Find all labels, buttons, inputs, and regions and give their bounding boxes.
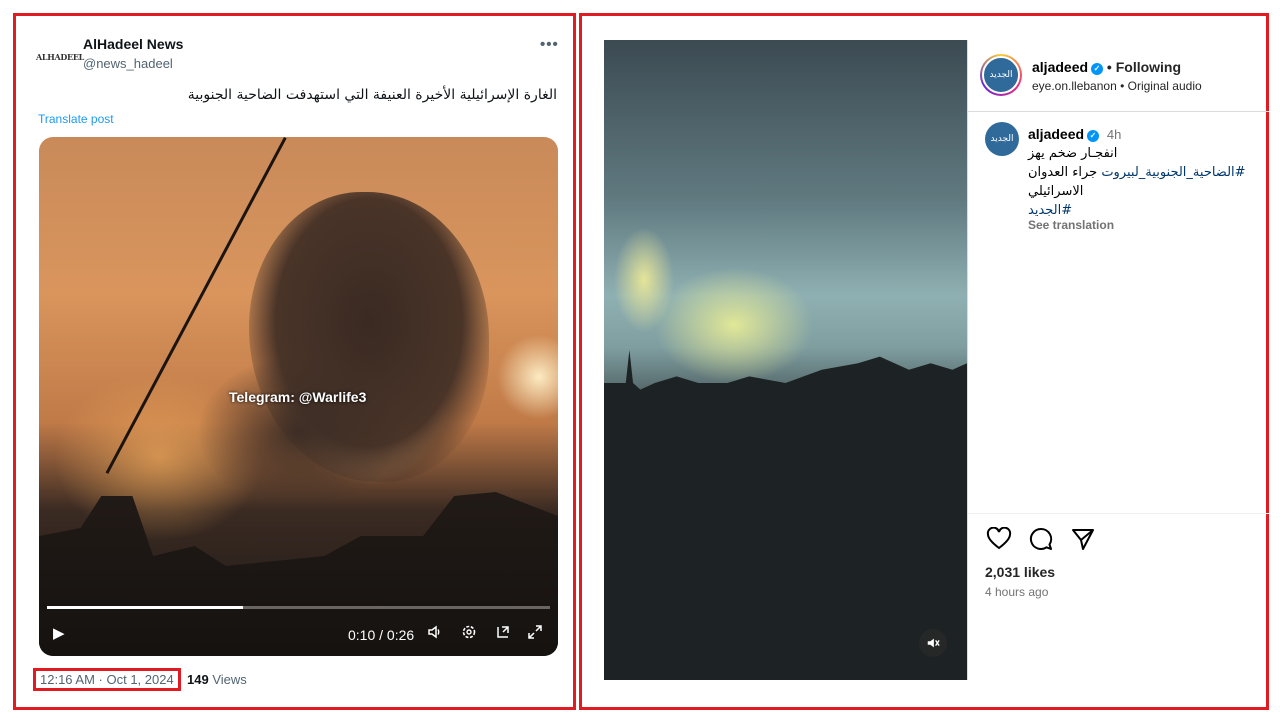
display-name[interactable]: AlHadeel News (83, 36, 183, 52)
username-link[interactable]: aljadeed (1032, 59, 1088, 75)
avatar[interactable]: ALHADEEL (36, 46, 84, 68)
volume-icon[interactable] (427, 624, 443, 644)
caption-line: #الضاحية_الجنوبية_لبيروت جراء العدوان (1028, 163, 1266, 182)
post-author: aljadeed ✓ • Following (1032, 59, 1181, 75)
video-frame-smoke (199, 357, 399, 507)
likes-count[interactable]: 2,031 likes (985, 564, 1055, 580)
verified-icon: ✓ (1091, 63, 1104, 75)
caption-author: aljadeed ✓ 4h (1028, 126, 1121, 142)
video-progress-fill (47, 606, 244, 609)
caption-line: الاسرائيلي (1028, 184, 1084, 199)
post-age: 4 hours ago (985, 585, 1049, 599)
video-progress-bar[interactable] (47, 606, 550, 609)
share-icon[interactable] (1069, 527, 1097, 557)
see-translation-link[interactable]: See translation (1028, 218, 1114, 232)
divider (967, 40, 968, 680)
audio-line[interactable]: eye.on.llebanon • Original audio (1032, 79, 1202, 93)
views-count: 149 (187, 672, 209, 687)
play-icon[interactable]: ▶ (53, 624, 65, 642)
tweet-text: الغارة الإسرائيلية الأخيرة العنيفة التي … (187, 87, 557, 103)
tweet-panel: ALHADEEL AlHadeel News @news_hadeel ••• … (13, 13, 576, 710)
caption-line-rest: جراء العدوان (1028, 165, 1102, 180)
tweet-views: 149 Views (187, 672, 247, 687)
following-button[interactable]: • Following (1107, 59, 1181, 75)
pip-icon[interactable] (495, 624, 511, 644)
user-handle[interactable]: @news_hadeel (83, 56, 173, 71)
video-watermark: Telegram: @Warlife3 (229, 389, 367, 405)
comment-icon[interactable] (1027, 527, 1055, 557)
avatar-logo: الجديد (982, 56, 1020, 94)
views-label: Views (208, 672, 247, 687)
tweet-timestamp[interactable]: 12:16 AM · Oct 1, 2024 (33, 668, 181, 691)
caption-username[interactable]: aljadeed (1028, 126, 1084, 142)
profile-avatar[interactable]: الجديد (980, 54, 1022, 96)
divider (968, 111, 1269, 112)
caption-time: 4h (1106, 127, 1122, 142)
video-frame-buildings (604, 350, 967, 680)
heart-icon[interactable] (985, 526, 1013, 557)
mute-icon[interactable] (919, 629, 947, 657)
more-icon[interactable]: ••• (540, 36, 559, 53)
hashtag-link[interactable]: #الضاحية_الجنوبية_لبيروت (1101, 165, 1245, 180)
verified-icon: ✓ (1087, 130, 1100, 142)
caption-text: انفجـار ضخم يهز #الضاحية_الجنوبية_لبيروت… (1028, 144, 1266, 220)
video-time: 0:10 / 0:26 (348, 627, 415, 643)
settings-icon[interactable] (461, 624, 477, 644)
translate-post-link[interactable]: Translate post (38, 112, 114, 126)
post-actions (985, 526, 1097, 557)
reel-video[interactable] (604, 40, 967, 680)
caption-line: انفجـار ضخم يهز (1028, 146, 1118, 161)
divider (968, 513, 1269, 514)
fullscreen-icon[interactable] (527, 624, 543, 644)
instagram-panel: الجديد aljadeed ✓ • Following eye.on.lleb… (579, 13, 1269, 710)
comment-avatar[interactable]: الجديد (985, 122, 1019, 156)
video-player[interactable]: Telegram: @Warlife3 ▶ 0:10 / 0:26 (39, 137, 558, 656)
